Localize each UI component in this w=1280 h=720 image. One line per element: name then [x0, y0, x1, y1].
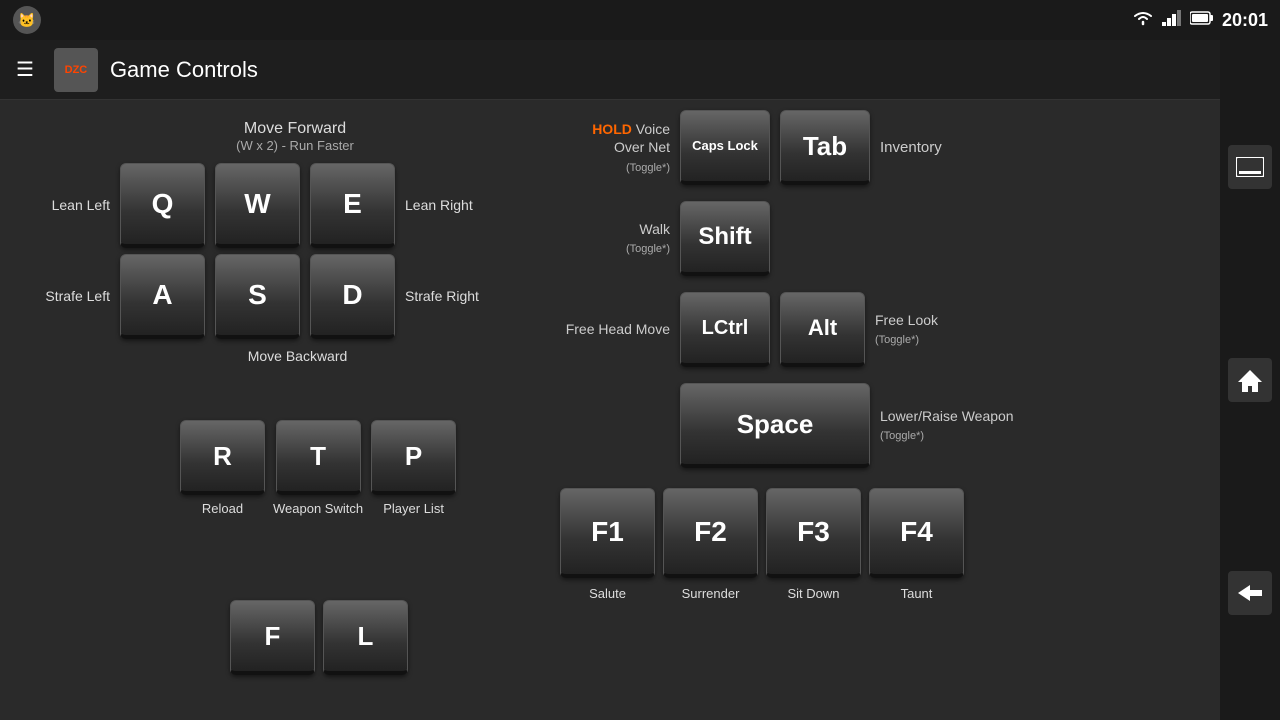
main-content: Move Forward (W x 2) - Run Faster Lean L…: [0, 100, 1220, 720]
walk-label: Walk (Toggle*): [560, 220, 670, 256]
key-p: P: [371, 420, 456, 495]
key-w: W: [215, 163, 300, 248]
fl-section: F L: [230, 600, 408, 675]
f2-group: F2 Surrender: [663, 488, 758, 601]
reload-label: Reload: [202, 501, 243, 516]
freehead-label: Free Head Move: [560, 320, 670, 338]
key-tab: Tab: [780, 110, 870, 185]
freelook-label: Free Look (Toggle*): [875, 311, 938, 347]
f3-group: F3 Sit Down: [766, 488, 861, 601]
player-list-group: P Player List: [371, 420, 456, 518]
nav-home-button[interactable]: [1228, 358, 1272, 402]
key-f1: F1: [560, 488, 655, 578]
hamburger-menu[interactable]: ☰: [16, 57, 34, 82]
freehead-row: Free Head Move LCtrl Alt Free Look (Togg…: [560, 292, 1014, 367]
app-logo: DZC: [54, 48, 98, 92]
wifi-icon: [1132, 10, 1154, 30]
surrender-label: Surrender: [682, 586, 740, 601]
lean-left-label: Lean Left: [30, 196, 110, 214]
key-d: D: [310, 254, 395, 339]
space-row: Space Lower/Raise Weapon (Toggle*): [560, 383, 1014, 468]
key-f2: F2: [663, 488, 758, 578]
sitdown-label: Sit Down: [787, 586, 839, 601]
taunt-label: Taunt: [901, 586, 933, 601]
weapon-switch-group: T Weapon Switch: [273, 420, 363, 518]
svg-text:🐱: 🐱: [18, 12, 35, 28]
app-header: ☰ DZC Game Controls: [0, 40, 1280, 100]
qwe-row: Lean Left Q W E Lean Right: [30, 163, 485, 248]
movement-section: Move Forward (W x 2) - Run Faster Lean L…: [30, 120, 485, 365]
salute-label: Salute: [589, 586, 626, 601]
strafe-left-label: Strafe Left: [30, 287, 110, 305]
key-t: T: [276, 420, 361, 495]
right-controls: HOLD VoiceOver Net (Toggle*) Caps Lock T…: [560, 110, 1014, 601]
battery-icon: [1190, 11, 1214, 29]
page-title: Game Controls: [110, 57, 258, 83]
move-forward-label: Move Forward (W x 2) - Run Faster: [105, 120, 485, 153]
f1-group: F1 Salute: [560, 488, 655, 601]
voice-row: HOLD VoiceOver Net (Toggle*) Caps Lock T…: [560, 110, 1014, 185]
walk-row: Walk (Toggle*) Shift: [560, 201, 1014, 276]
key-lctrl: LCtrl: [680, 292, 770, 367]
key-q: Q: [120, 163, 205, 248]
key-r: R: [180, 420, 265, 495]
nav-screen-button[interactable]: [1228, 145, 1272, 189]
inventory-label: Inventory: [880, 139, 942, 156]
status-bar: 🐱 20:01: [0, 0, 1280, 40]
strafe-right-label: Strafe Right: [405, 287, 485, 305]
key-s: S: [215, 254, 300, 339]
rtp-section: R Reload T Weapon Switch P Player List: [180, 420, 456, 518]
key-shift: Shift: [680, 201, 770, 276]
key-e: E: [310, 163, 395, 248]
time-display: 20:01: [1222, 10, 1268, 31]
rtp-key-row: R Reload T Weapon Switch P Player List: [180, 420, 456, 518]
f4-group: F4 Taunt: [869, 488, 964, 601]
key-f: F: [230, 600, 315, 675]
signal-icon: [1162, 10, 1182, 30]
app-icon: 🐱: [12, 5, 42, 35]
side-navigation: [1220, 40, 1280, 720]
key-space: Space: [680, 383, 870, 468]
lean-right-label: Lean Right: [405, 196, 485, 214]
lowerraise-label: Lower/Raise Weapon (Toggle*): [880, 407, 1014, 443]
fn-keys-row: F1 Salute F2 Surrender F3 Sit Down F4 Ta…: [560, 488, 1014, 601]
key-f4: F4: [869, 488, 964, 578]
key-l: L: [323, 600, 408, 675]
key-a: A: [120, 254, 205, 339]
move-backward-label: Move Backward: [110, 347, 485, 365]
key-capslock: Caps Lock: [680, 110, 770, 185]
weapon-switch-label: Weapon Switch: [273, 501, 363, 518]
nav-back-button[interactable]: [1228, 571, 1272, 615]
voice-label: HOLD VoiceOver Net (Toggle*): [560, 120, 670, 175]
reload-group: R Reload: [180, 420, 265, 518]
player-list-label: Player List: [383, 501, 444, 518]
asd-row: Strafe Left A S D Strafe Right: [30, 254, 485, 339]
status-left: 🐱: [12, 5, 42, 35]
key-f3: F3: [766, 488, 861, 578]
key-alt: Alt: [780, 292, 865, 367]
status-right: 20:01: [1132, 10, 1268, 31]
